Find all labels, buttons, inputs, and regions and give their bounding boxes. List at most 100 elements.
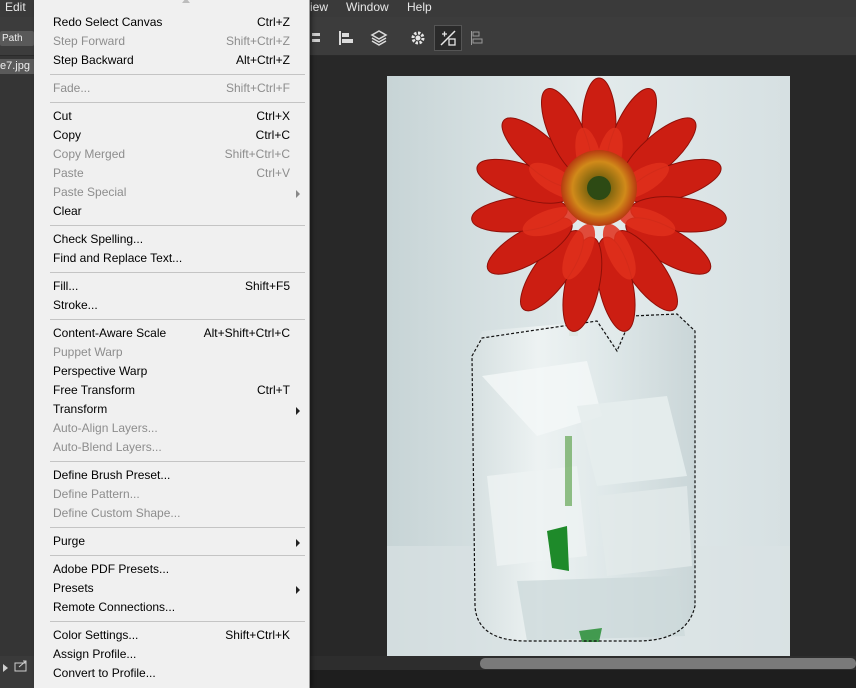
- menu-item-cut[interactable]: Cut Ctrl+X: [34, 107, 309, 126]
- menu-item-shortcut: Shift+Ctrl+C: [224, 147, 290, 161]
- menu-item-label: Copy: [53, 128, 82, 142]
- menu-item-assign-profile[interactable]: Assign Profile...: [34, 645, 309, 664]
- menu-item-label: Stroke...: [53, 298, 98, 312]
- status-area: [310, 670, 856, 688]
- menu-item-step-forward[interactable]: Step Forward Shift+Ctrl+Z: [34, 32, 309, 51]
- menu-item-label: Presets: [53, 581, 94, 595]
- menu-edit[interactable]: Edit: [5, 0, 26, 15]
- menu-item-label: Assign Profile...: [53, 647, 137, 661]
- panel-footer: [0, 656, 34, 688]
- menu-item-step-backward[interactable]: Step Backward Alt+Ctrl+Z: [34, 51, 309, 70]
- scroll-up-icon[interactable]: [182, 0, 190, 3]
- scrollbar-thumb[interactable]: [480, 658, 856, 669]
- menu-item-content-aware-scale[interactable]: Content-Aware Scale Alt+Shift+Ctrl+C: [34, 324, 309, 343]
- document-tab[interactable]: e7.jpg: [0, 59, 34, 74]
- path-button[interactable]: Path: [0, 31, 34, 46]
- menu-window[interactable]: Window: [346, 0, 389, 15]
- menu-item-label: Auto-Align Layers...: [53, 421, 158, 435]
- menu-item-shortcut: Shift+Ctrl+K: [225, 628, 290, 642]
- menu-item-clear[interactable]: Clear: [34, 202, 309, 221]
- tools-panel: [0, 56, 34, 656]
- menu-item-label: Define Pattern...: [53, 487, 140, 501]
- menu-item-shortcut: Ctrl+Z: [257, 15, 290, 29]
- menu-item-label: Fill...: [53, 279, 79, 293]
- menu-item-purge[interactable]: Purge: [34, 532, 309, 551]
- menu-item-label: Paste Special: [53, 185, 127, 199]
- menu-item-define-pattern[interactable]: Define Pattern...: [34, 485, 309, 504]
- menu-item-label: Paste: [53, 166, 84, 180]
- menu-item-shortcut: Shift+Ctrl+F: [225, 81, 290, 95]
- menu-item-label: Clear: [53, 204, 82, 218]
- menu-item-define-brush-preset[interactable]: Define Brush Preset...: [34, 466, 309, 485]
- menu-item-convert-to-profile[interactable]: Convert to Profile...: [34, 664, 309, 683]
- menu-item-color-settings[interactable]: Color Settings... Shift+Ctrl+K: [34, 626, 309, 645]
- menu-item-label: Adobe PDF Presets...: [53, 562, 170, 576]
- menu-item-label: Step Forward: [53, 34, 126, 48]
- distribute-icon[interactable]: [468, 26, 486, 50]
- menu-item-paste[interactable]: Paste Ctrl+V: [34, 164, 309, 183]
- menu-item-label: Auto-Blend Layers...: [53, 440, 162, 454]
- menu-item-shortcut: Shift+F5: [244, 279, 290, 293]
- menu-separator: [50, 527, 305, 528]
- menu-separator: [50, 555, 305, 556]
- menu-item-copy-merged[interactable]: Copy Merged Shift+Ctrl+C: [34, 145, 309, 164]
- menu-item-label: Content-Aware Scale: [53, 326, 167, 340]
- 3d-stack-icon[interactable]: [368, 26, 390, 50]
- menu-item-shortcut: Alt+Shift+Ctrl+C: [203, 326, 290, 340]
- document-canvas[interactable]: [387, 76, 790, 656]
- menu-item-free-transform[interactable]: Free Transform Ctrl+T: [34, 381, 309, 400]
- menu-item-shortcut: Ctrl+C: [255, 128, 290, 142]
- menu-item-label: Convert to Profile...: [53, 666, 156, 680]
- menu-item-shortcut: Ctrl+X: [256, 109, 290, 123]
- menu-item-label: Remote Connections...: [53, 600, 176, 614]
- menu-item-auto-align-layers[interactable]: Auto-Align Layers...: [34, 419, 309, 438]
- menu-item-shortcut: Ctrl+T: [257, 383, 290, 397]
- menu-item-stroke[interactable]: Stroke...: [34, 296, 309, 315]
- menu-item-adobe-pdf-presets[interactable]: Adobe PDF Presets...: [34, 560, 309, 579]
- menu-item-presets[interactable]: Presets: [34, 579, 309, 598]
- submenu-arrow-icon: [296, 586, 300, 594]
- menu-separator: [50, 461, 305, 462]
- menu-item-define-custom-shape[interactable]: Define Custom Shape...: [34, 504, 309, 523]
- menu-item-label: Fade...: [53, 81, 91, 95]
- menu-view[interactable]: iew: [310, 0, 328, 15]
- menu-item-paste-special[interactable]: Paste Special: [34, 183, 309, 202]
- align-distribute-icon[interactable]: [310, 26, 324, 50]
- menu-item-label: Define Custom Shape...: [53, 506, 181, 520]
- menu-item-label: Puppet Warp: [53, 345, 123, 359]
- menu-item-label: Step Backward: [53, 53, 134, 67]
- submenu-arrow-icon: [296, 539, 300, 547]
- menu-item-fade[interactable]: Fade... Shift+Ctrl+F: [34, 79, 309, 98]
- align-left-icon[interactable]: [336, 26, 356, 50]
- flower-photo: [387, 76, 790, 656]
- gear-icon[interactable]: [408, 26, 428, 50]
- menu-item-shortcut: Shift+Ctrl+Z: [225, 34, 290, 48]
- menu-item-copy[interactable]: Copy Ctrl+C: [34, 126, 309, 145]
- menu-item-label: Copy Merged: [53, 147, 126, 161]
- menu-item-label: Cut: [53, 109, 72, 123]
- menu-item-auto-blend-layers[interactable]: Auto-Blend Layers...: [34, 438, 309, 457]
- submenu-arrow-icon: [296, 190, 300, 198]
- menu-item-shortcut: Alt+Ctrl+Z: [235, 53, 290, 67]
- edit-menu-dropdown: Redo Select Canvas Ctrl+Z Step Forward Shif…: [34, 0, 310, 688]
- menu-item-redo-select-canvas[interactable]: Redo Select Canvas Ctrl+Z: [34, 13, 309, 32]
- menu-separator: [50, 102, 305, 103]
- menu-help[interactable]: Help: [407, 0, 432, 15]
- menu-item-label: Free Transform: [53, 383, 136, 397]
- menu-arrow-icon[interactable]: [2, 660, 10, 678]
- menu-item-check-spelling[interactable]: Check Spelling...: [34, 230, 309, 249]
- submenu-arrow-icon: [296, 407, 300, 415]
- menu-item-label: Redo Select Canvas: [53, 15, 163, 29]
- menu-item-puppet-warp[interactable]: Puppet Warp: [34, 343, 309, 362]
- export-icon[interactable]: [14, 659, 28, 677]
- menu-item-remote-connections[interactable]: Remote Connections...: [34, 598, 309, 617]
- menu-item-label: Perspective Warp: [53, 364, 148, 378]
- menu-item-fill[interactable]: Fill... Shift+F5: [34, 277, 309, 296]
- auto-transform-icon[interactable]: [434, 25, 462, 51]
- menu-item-perspective-warp[interactable]: Perspective Warp: [34, 362, 309, 381]
- menu-item-label: Purge: [53, 534, 86, 548]
- menu-separator: [50, 319, 305, 320]
- menu-item-transform[interactable]: Transform: [34, 400, 309, 419]
- menu-item-label: Color Settings...: [53, 628, 139, 642]
- menu-item-find-and-replace-text[interactable]: Find and Replace Text...: [34, 249, 309, 268]
